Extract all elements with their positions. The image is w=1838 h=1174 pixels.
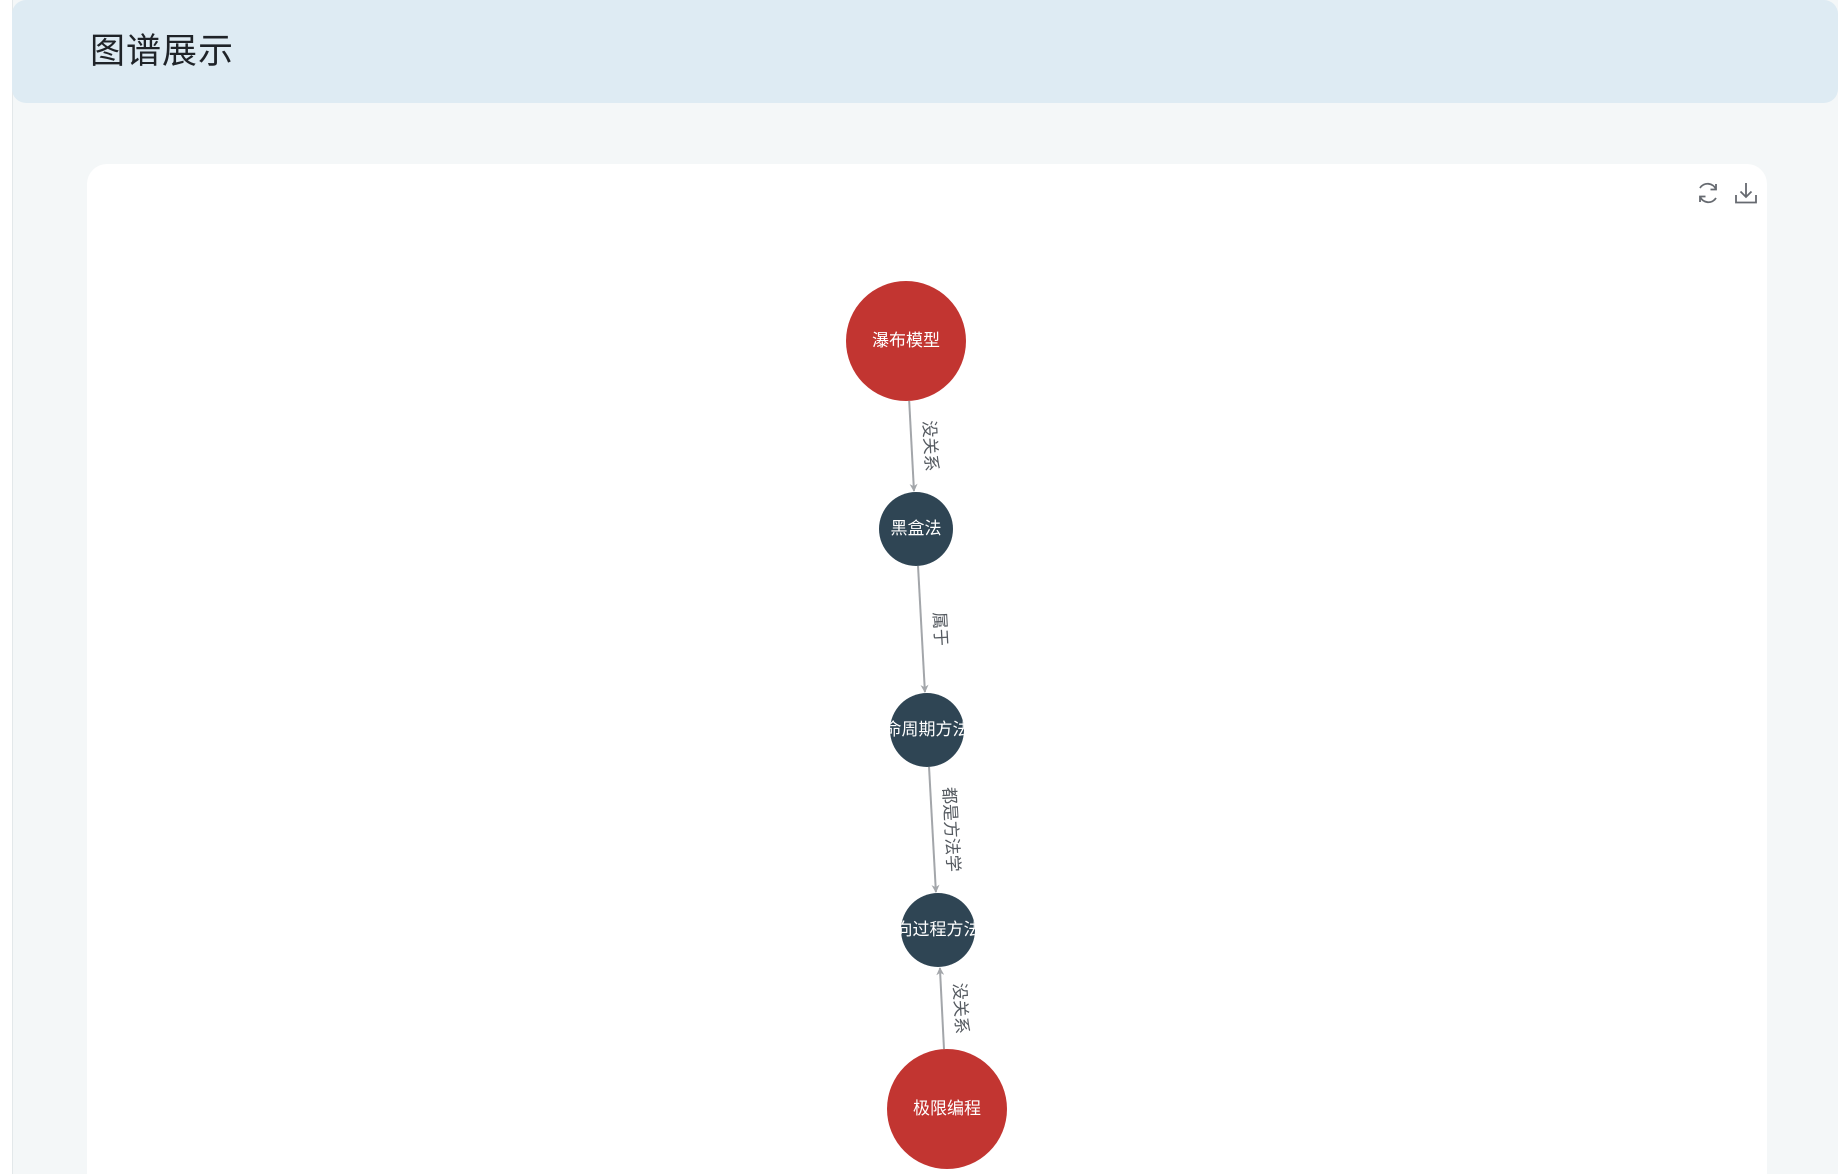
edge-label: 没关系 (949, 983, 972, 1035)
node-label: 黑盒法 (891, 519, 942, 539)
graph-node[interactable]: 命周期方法 (885, 693, 970, 767)
node-label: 极限编程 (913, 1099, 981, 1119)
knowledge-graph: 没关系属于都是方法学没关系 瀑布模型黑盒法命周期方法向过程方法极限编程 (846, 281, 1007, 1169)
edge-label: 没关系 (918, 420, 941, 472)
node-label: 瀑布模型 (872, 331, 940, 351)
graph-node[interactable]: 黑盒法 (879, 492, 953, 566)
node-label: 命周期方法 (885, 720, 970, 740)
node-label: 向过程方法 (896, 920, 981, 940)
edge-label: 属于 (929, 611, 951, 646)
graph-edge (936, 967, 945, 1050)
graph-node[interactable]: 瀑布模型 (846, 281, 966, 401)
graph-edge (928, 766, 940, 893)
graph-edge (908, 400, 918, 492)
graph-node[interactable]: 向过程方法 (896, 893, 981, 967)
graph-node[interactable]: 极限编程 (887, 1049, 1007, 1169)
edge-label: 都是方法学 (938, 787, 963, 873)
graph-edge (917, 565, 929, 693)
